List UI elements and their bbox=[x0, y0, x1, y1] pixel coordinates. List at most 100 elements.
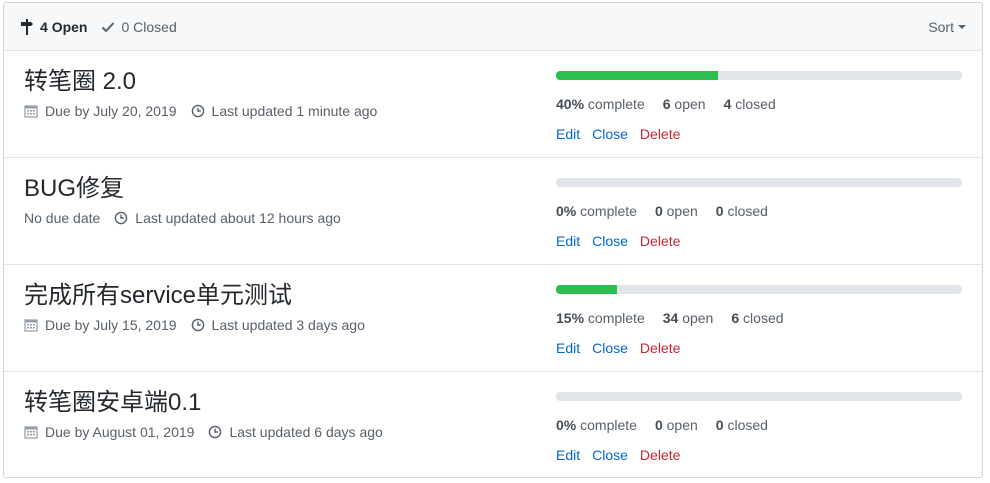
complete-label: complete bbox=[587, 96, 645, 112]
edit-link[interactable]: Edit bbox=[556, 340, 580, 356]
clock-icon bbox=[191, 104, 204, 118]
open-milestones-filter[interactable]: 4 Open bbox=[20, 18, 88, 35]
milestone-updated-text: Last updated 6 days ago bbox=[229, 424, 383, 440]
sort-dropdown[interactable]: Sort bbox=[928, 3, 966, 50]
percent-complete: 0% complete bbox=[556, 417, 637, 433]
milestone-due-text: Due by July 20, 2019 bbox=[45, 103, 177, 119]
milestone-due: Due by July 15, 2019 bbox=[24, 317, 177, 333]
clock-icon bbox=[191, 318, 204, 332]
calendar-icon bbox=[24, 426, 38, 439]
milestone-updated-text: Last updated 1 minute ago bbox=[211, 103, 378, 119]
milestone-updated-text: Last updated about 12 hours ago bbox=[135, 210, 341, 226]
milestone-updated: Last updated about 12 hours ago bbox=[114, 210, 341, 226]
open-issues-label: open bbox=[682, 310, 714, 326]
milestone-title[interactable]: 转笔圈安卓端0.1 bbox=[24, 388, 397, 418]
milestone-title[interactable]: 完成所有service单元测试 bbox=[24, 281, 379, 311]
milestone-icon bbox=[21, 18, 33, 35]
complete-label: complete bbox=[587, 310, 645, 326]
progress-bar bbox=[556, 285, 962, 294]
closed-value: 0 bbox=[715, 417, 724, 433]
milestones-header: 4 Open 0 Closed Sort bbox=[4, 3, 982, 51]
open-issues-label: open bbox=[666, 203, 698, 219]
milestone-due-text: Due by August 01, 2019 bbox=[45, 424, 195, 440]
complete-label: complete bbox=[580, 417, 637, 433]
percent-value: 0% bbox=[556, 417, 577, 433]
clock-icon bbox=[209, 425, 222, 439]
closed-issues-count: 0 closed bbox=[716, 203, 768, 219]
delete-link[interactable]: Delete bbox=[640, 126, 680, 142]
calendar-icon bbox=[24, 105, 38, 118]
open-count: 4 bbox=[40, 18, 48, 35]
close-link[interactable]: Close bbox=[592, 233, 628, 249]
percent-value: 40% bbox=[556, 96, 585, 112]
milestone-row: 完成所有service单元测试 Due by July 15, 2019 Las… bbox=[4, 265, 982, 372]
closed-issues-label: closed bbox=[727, 203, 768, 219]
progress-fill bbox=[556, 285, 617, 294]
milestone-updated: Last updated 3 days ago bbox=[191, 317, 365, 333]
open-issues-count: 6 open bbox=[663, 96, 706, 112]
milestones-box: 4 Open 0 Closed Sort 转笔圈 2.0 Due by July… bbox=[3, 2, 983, 478]
milestone-row: BUG修复 No due date Last updated about 12 … bbox=[4, 158, 982, 265]
closed-value: 4 bbox=[723, 96, 732, 112]
milestone-title[interactable]: BUG修复 bbox=[24, 174, 355, 204]
closed-count: 0 bbox=[121, 18, 130, 35]
open-issues-label: open bbox=[666, 417, 698, 433]
milestone-due: Due by July 20, 2019 bbox=[24, 103, 177, 119]
closed-milestones-filter[interactable]: 0 Closed bbox=[101, 18, 177, 35]
check-icon bbox=[102, 21, 115, 32]
closed-issues-count: 6 closed bbox=[731, 310, 783, 326]
closed-issues-count: 4 closed bbox=[724, 96, 776, 112]
closed-label: Closed bbox=[133, 18, 177, 35]
milestone-title[interactable]: 转笔圈 2.0 bbox=[24, 67, 391, 97]
milestone-updated: Last updated 6 days ago bbox=[208, 424, 383, 440]
edit-link[interactable]: Edit bbox=[556, 126, 580, 142]
percent-value: 0% bbox=[556, 203, 577, 219]
sort-label: Sort bbox=[928, 18, 954, 35]
close-link[interactable]: Close bbox=[592, 126, 628, 142]
clock-icon bbox=[114, 211, 128, 225]
open-value: 0 bbox=[654, 417, 663, 433]
open-value: 0 bbox=[654, 203, 663, 219]
milestone-updated: Last updated 1 minute ago bbox=[191, 103, 378, 119]
open-issues-count: 34 open bbox=[663, 310, 714, 326]
progress-bar bbox=[556, 392, 962, 401]
milestone-row: 转笔圈安卓端0.1 Due by August 01, 2019 Last up… bbox=[4, 372, 982, 477]
milestone-updated-text: Last updated 3 days ago bbox=[211, 317, 365, 333]
open-issues-count: 0 open bbox=[655, 417, 698, 433]
milestone-due-text: No due date bbox=[24, 210, 101, 226]
complete-label: complete bbox=[580, 203, 637, 219]
calendar-icon bbox=[24, 319, 38, 332]
open-value: 34 bbox=[662, 310, 679, 326]
progress-bar bbox=[556, 71, 962, 80]
delete-link[interactable]: Delete bbox=[640, 233, 680, 249]
delete-link[interactable]: Delete bbox=[640, 447, 680, 463]
delete-link[interactable]: Delete bbox=[640, 340, 680, 356]
closed-value: 6 bbox=[731, 310, 740, 326]
milestone-row: 转笔圈 2.0 Due by July 20, 2019 Last update… bbox=[4, 51, 982, 158]
milestone-list: 转笔圈 2.0 Due by July 20, 2019 Last update… bbox=[4, 51, 982, 477]
open-issues-count: 0 open bbox=[655, 203, 698, 219]
progress-fill bbox=[556, 71, 719, 80]
milestone-due: Due by August 01, 2019 bbox=[24, 424, 194, 440]
percent-value: 15% bbox=[556, 310, 585, 326]
open-value: 6 bbox=[662, 96, 671, 112]
closed-issues-label: closed bbox=[743, 310, 784, 326]
closed-value: 0 bbox=[715, 203, 724, 219]
chevron-down-icon bbox=[958, 24, 966, 29]
percent-complete: 40% complete bbox=[556, 96, 645, 112]
edit-link[interactable]: Edit bbox=[556, 233, 580, 249]
milestone-due: No due date bbox=[24, 210, 100, 226]
close-link[interactable]: Close bbox=[592, 447, 628, 463]
closed-issues-count: 0 closed bbox=[716, 417, 768, 433]
progress-bar bbox=[556, 178, 962, 187]
milestone-state-filters: 4 Open 0 Closed bbox=[20, 3, 191, 50]
percent-complete: 0% complete bbox=[556, 203, 637, 219]
open-label: Open bbox=[51, 18, 88, 35]
milestone-due-text: Due by July 15, 2019 bbox=[45, 317, 177, 333]
closed-issues-label: closed bbox=[735, 96, 776, 112]
closed-issues-label: closed bbox=[727, 417, 768, 433]
open-issues-label: open bbox=[674, 96, 706, 112]
close-link[interactable]: Close bbox=[592, 340, 628, 356]
edit-link[interactable]: Edit bbox=[556, 447, 580, 463]
percent-complete: 15% complete bbox=[556, 310, 645, 326]
